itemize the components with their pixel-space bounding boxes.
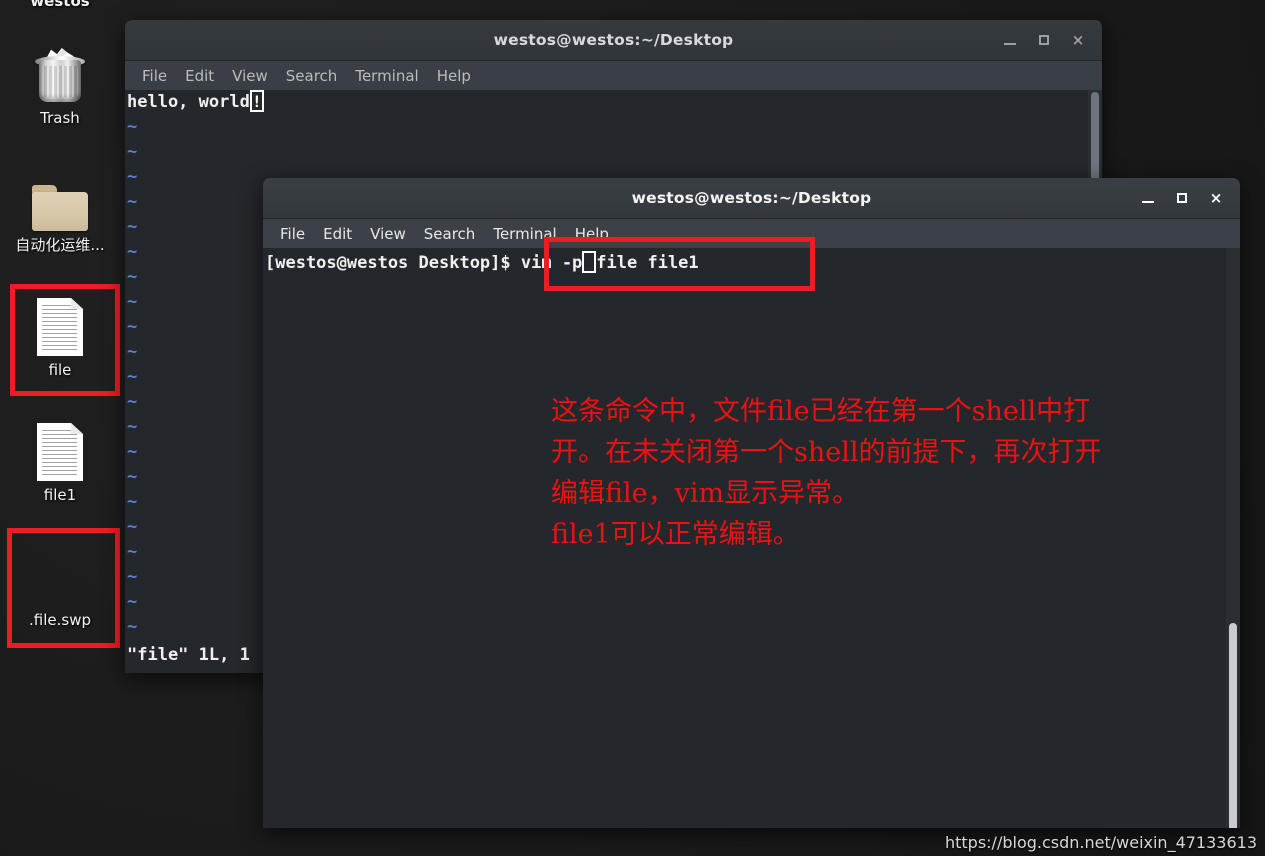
close-icon[interactable]: × (1208, 190, 1224, 206)
annotation-box-file (10, 284, 120, 396)
annotation-text-line2: 开。在未关闭第一个shell的前提下，再次打开 (551, 437, 1102, 468)
titlebar-back[interactable]: westos@westos:~/Desktop × (125, 20, 1102, 61)
menu-view[interactable]: View (223, 65, 277, 87)
maximize-icon[interactable] (1036, 32, 1052, 48)
vim-tilde-row: ~ (127, 117, 138, 137)
scrollbar-thumb[interactable] (1229, 623, 1237, 828)
menu-edit[interactable]: Edit (314, 223, 361, 245)
vim-tilde-row: ~ (127, 142, 138, 162)
terminal-screen-front[interactable]: [westos@westos Desktop]$ vim -p file file… (263, 248, 1240, 828)
command-before-cursor: vim -p (520, 253, 583, 273)
window-controls-back[interactable]: × (1002, 20, 1092, 60)
window-title: westos@westos:~/Desktop (631, 189, 872, 207)
scrollbar-thumb[interactable] (1091, 92, 1099, 192)
watermark: https://blog.csdn.net/weixin_47133613 (944, 833, 1257, 852)
window-controls-front[interactable]: × (1140, 178, 1230, 218)
vim-status-line: "file" 1L, 1 (127, 645, 250, 665)
shell-cursor (582, 251, 597, 273)
desktop-icon-file1[interactable]: file1 (8, 415, 112, 504)
annotation-text-line3: 编辑file，vim显示异常。 (551, 478, 860, 509)
shell-prompt: [westos@westos Desktop]$ (265, 253, 521, 273)
desktop-partial-label: westos (30, 0, 90, 10)
vim-line-text: hello, world (127, 92, 250, 112)
desktop-icon-label: file1 (43, 486, 77, 504)
desktop-icon-folder[interactable]: 自动化运维... (8, 165, 112, 254)
maximize-icon[interactable] (1174, 190, 1190, 206)
menu-help[interactable]: Help (566, 223, 618, 245)
menu-search[interactable]: Search (415, 223, 485, 245)
minimize-icon[interactable] (1002, 32, 1018, 48)
menu-edit[interactable]: Edit (176, 65, 223, 87)
desktop-icon-label: Trash (40, 109, 80, 127)
menubar-back[interactable]: File Edit View Search Terminal Help (125, 61, 1102, 92)
trash-icon (8, 38, 112, 104)
command-after-cursor: file file1 (596, 253, 699, 273)
minimize-icon[interactable] (1140, 190, 1156, 206)
terminal-window-front[interactable]: westos@westos:~/Desktop × File Edit View… (263, 178, 1240, 828)
document-icon (8, 415, 112, 481)
annotation-box-file-swp (7, 528, 120, 648)
desktop-icon-label: 自动化运维... (15, 236, 105, 254)
shell-command-line: [westos@westos Desktop]$ vim -p file file… (263, 248, 1240, 276)
annotation-text-line1: 这条命令中，文件file已经在第一个shell中打 (551, 396, 1091, 427)
annotation-text-line4: file1可以正常编辑。 (551, 519, 800, 550)
menu-terminal[interactable]: Terminal (346, 65, 427, 87)
menu-file[interactable]: File (271, 223, 314, 245)
window-title: westos@westos:~/Desktop (493, 31, 734, 49)
close-icon[interactable]: × (1070, 32, 1086, 48)
menu-search[interactable]: Search (277, 65, 347, 87)
menu-file[interactable]: File (133, 65, 176, 87)
titlebar-front[interactable]: westos@westos:~/Desktop × (263, 178, 1240, 219)
menu-view[interactable]: View (361, 223, 415, 245)
menu-terminal[interactable]: Terminal (484, 223, 565, 245)
menubar-front[interactable]: File Edit View Search Terminal Help (263, 219, 1240, 250)
desktop-icon-trash[interactable]: Trash (8, 38, 112, 127)
vim-cursor: ! (249, 90, 264, 112)
scrollbar-front[interactable] (1226, 248, 1240, 828)
menu-help[interactable]: Help (428, 65, 480, 87)
vim-text-line: hello, world! (125, 90, 1102, 115)
folder-icon (8, 165, 112, 231)
